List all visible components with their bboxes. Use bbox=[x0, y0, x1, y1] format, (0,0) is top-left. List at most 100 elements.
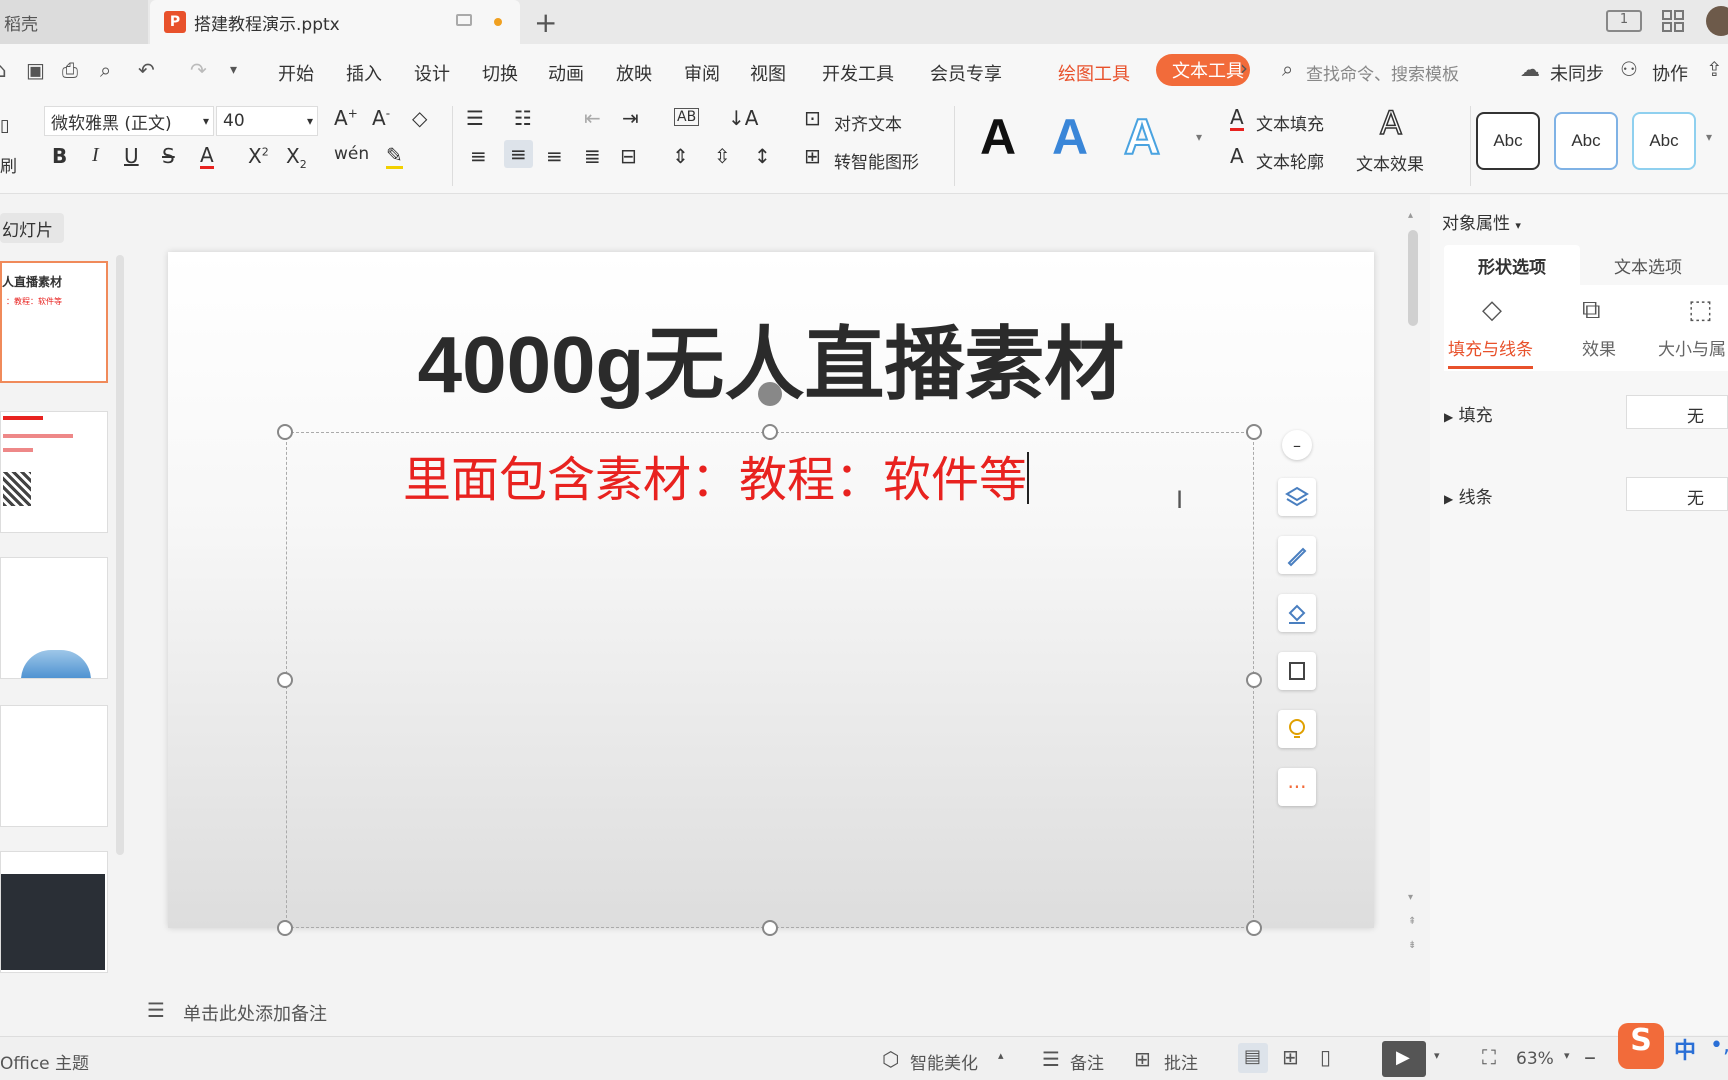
slide-panel-scrollbar[interactable] bbox=[116, 255, 124, 855]
print-icon[interactable]: ⎙ bbox=[62, 58, 78, 82]
spacing-menu-icon[interactable]: ↕ bbox=[754, 144, 771, 168]
phonetic-guide-icon[interactable]: wén bbox=[334, 144, 369, 164]
customize-chevron-icon[interactable]: ▾ bbox=[230, 62, 237, 78]
line-spacing-icon[interactable]: ⇕ bbox=[672, 144, 689, 168]
tab-docer-home[interactable]: 稻壳 bbox=[0, 0, 148, 44]
slide-thumb-5[interactable] bbox=[0, 851, 108, 973]
italic-icon[interactable]: I bbox=[92, 144, 99, 167]
shape-style-dark[interactable]: Abc bbox=[1476, 112, 1540, 170]
menu-insert[interactable]: 插入 bbox=[346, 60, 382, 86]
undo-icon[interactable]: ↶ bbox=[138, 58, 155, 82]
home-icon[interactable]: ⌂ bbox=[0, 58, 7, 82]
decrease-font-icon[interactable]: A- bbox=[372, 106, 390, 130]
scroll-up-icon[interactable]: ▴ bbox=[1408, 210, 1413, 221]
scroll-thumb[interactable] bbox=[1408, 230, 1418, 326]
command-search[interactable]: 查找命令、搜索模板 bbox=[1306, 60, 1459, 85]
ime-logo-icon[interactable]: S bbox=[1618, 1023, 1664, 1069]
apps-grid-icon[interactable] bbox=[1662, 10, 1684, 32]
smart-shape-button[interactable]: 转智能图形 bbox=[834, 148, 919, 173]
superscript-icon[interactable]: X2 bbox=[248, 144, 269, 168]
ime-punct-icon[interactable]: •, bbox=[1710, 1033, 1728, 1058]
brush-icon[interactable] bbox=[1278, 536, 1316, 574]
slide-sorter-icon[interactable]: ⊞ bbox=[1282, 1045, 1299, 1069]
more-shape-styles-icon[interactable]: ▾ bbox=[1706, 130, 1712, 144]
chevron-down-icon[interactable]: ▾ bbox=[1564, 1049, 1570, 1062]
fit-window-icon[interactable]: ⛶ bbox=[1482, 1045, 1496, 1069]
fill-section[interactable]: ▶ 填充 bbox=[1444, 401, 1493, 426]
align-right-icon[interactable]: ≡ bbox=[546, 144, 563, 168]
slide-thumb-3[interactable] bbox=[0, 557, 108, 679]
strikethrough-icon[interactable]: S bbox=[162, 144, 175, 168]
resize-handle[interactable] bbox=[1246, 424, 1262, 440]
resize-handle[interactable] bbox=[277, 424, 293, 440]
slide-thumb-4[interactable] bbox=[0, 705, 108, 827]
line-select[interactable]: 无 bbox=[1626, 477, 1728, 511]
format-painter-label[interactable]: 刷 bbox=[0, 152, 17, 177]
increase-font-icon[interactable]: A+ bbox=[334, 106, 358, 130]
share-icon[interactable]: ⇪ bbox=[1706, 57, 1723, 81]
highlight-icon[interactable]: ✎ bbox=[386, 144, 403, 169]
chevron-down-icon[interactable]: ▾ bbox=[1434, 1049, 1440, 1062]
distribute-icon[interactable]: ⊟ bbox=[620, 144, 637, 168]
font-size-select[interactable]: 40 ▾ bbox=[216, 106, 318, 136]
text-effect-button[interactable]: 文本效果 bbox=[1356, 150, 1424, 175]
notes-bar[interactable]: ☰ 单击此处添加备注 bbox=[135, 988, 1405, 1034]
fill-select[interactable]: 无 bbox=[1626, 395, 1728, 429]
beautify-button[interactable]: 智能美化 bbox=[910, 1049, 978, 1074]
increase-indent-icon[interactable]: ⇥ bbox=[622, 106, 639, 130]
menu-drawing-tools[interactable]: 绘图工具 bbox=[1058, 60, 1130, 86]
tab-shape-options[interactable]: 形状选项 bbox=[1444, 245, 1580, 285]
subtab-fill-line[interactable]: 填充与线条 bbox=[1448, 335, 1533, 369]
normal-view-icon[interactable]: ▤ bbox=[1238, 1043, 1268, 1073]
text-style-outline[interactable]: A bbox=[1123, 108, 1161, 166]
avatar[interactable] bbox=[1706, 6, 1728, 36]
slide-subtitle[interactable]: 里面包含素材：教程：软件等 bbox=[286, 440, 1146, 510]
menu-transition[interactable]: 切换 bbox=[482, 60, 518, 86]
menu-text-tools[interactable]: 文本工具 bbox=[1156, 54, 1250, 86]
text-fill-button[interactable]: 文本填充 bbox=[1256, 110, 1324, 135]
next-slide-icon[interactable]: ⇟ bbox=[1408, 940, 1416, 951]
scroll-down-icon[interactable]: ▾ bbox=[1408, 892, 1413, 903]
notes-placeholder[interactable]: 单击此处添加备注 bbox=[183, 1000, 327, 1026]
menu-view[interactable]: 视图 bbox=[750, 60, 786, 86]
menu-review[interactable]: 审阅 bbox=[684, 60, 720, 86]
slides-tab[interactable]: 幻灯片 bbox=[0, 213, 64, 243]
justify-icon[interactable]: ≣ bbox=[584, 144, 601, 168]
font-color-icon[interactable]: A bbox=[200, 144, 214, 169]
lightbulb-icon[interactable] bbox=[1278, 710, 1316, 748]
text-style-black[interactable]: A bbox=[980, 108, 1016, 166]
shape-style-blue[interactable]: Abc bbox=[1554, 112, 1618, 170]
menu-start[interactable]: 开始 bbox=[278, 60, 314, 86]
decrease-indent-icon[interactable]: ⇤ bbox=[584, 106, 601, 130]
align-left-icon[interactable]: ≡ bbox=[470, 144, 487, 168]
underline-icon[interactable]: U bbox=[124, 144, 139, 168]
menu-design[interactable]: 设计 bbox=[414, 60, 450, 86]
numbered-list-icon[interactable]: ☷ bbox=[514, 106, 532, 130]
zoom-out-icon[interactable]: – bbox=[1584, 1043, 1596, 1071]
resize-handle[interactable] bbox=[277, 920, 293, 936]
bullet-list-icon[interactable]: ☰ bbox=[466, 106, 484, 130]
reading-view-icon[interactable]: ▯ bbox=[1320, 1045, 1331, 1069]
slide-thumb-2[interactable] bbox=[0, 411, 108, 533]
layers-icon[interactable] bbox=[1278, 478, 1316, 516]
menu-developer[interactable]: 开发工具 bbox=[822, 60, 894, 86]
bold-icon[interactable]: B bbox=[52, 144, 67, 168]
print-preview-icon[interactable]: ⌕ bbox=[100, 58, 111, 82]
play-slideshow-icon[interactable]: ▶ bbox=[1382, 1041, 1426, 1077]
collapse-toolbar-icon[interactable]: – bbox=[1282, 430, 1312, 460]
align-center-icon[interactable]: ≡ bbox=[504, 140, 533, 168]
canvas-scrollbar[interactable]: ▴ ▾ ⇞ ⇟ bbox=[1406, 210, 1420, 980]
frame-icon[interactable] bbox=[1278, 652, 1316, 690]
text-style-blue[interactable]: A bbox=[1052, 108, 1088, 166]
resize-handle[interactable] bbox=[762, 920, 778, 936]
slide-thumb-1[interactable]: 人直播素材 ：教程：软件等 bbox=[0, 261, 108, 383]
chevron-up-icon[interactable]: ▴ bbox=[998, 1049, 1004, 1062]
monitor-icon[interactable] bbox=[456, 14, 472, 26]
align-text-button[interactable]: 对齐文本 bbox=[834, 110, 902, 135]
new-tab-button[interactable]: + bbox=[534, 6, 557, 39]
resize-handle[interactable] bbox=[277, 672, 293, 688]
format-painter-icon[interactable]: ▯ bbox=[0, 116, 9, 136]
ime-mode[interactable]: 中 bbox=[1674, 1033, 1696, 1065]
tab-text-options[interactable]: 文本选项 bbox=[1580, 245, 1716, 285]
paragraph-spacing-icon[interactable]: ⇳ bbox=[714, 144, 731, 168]
